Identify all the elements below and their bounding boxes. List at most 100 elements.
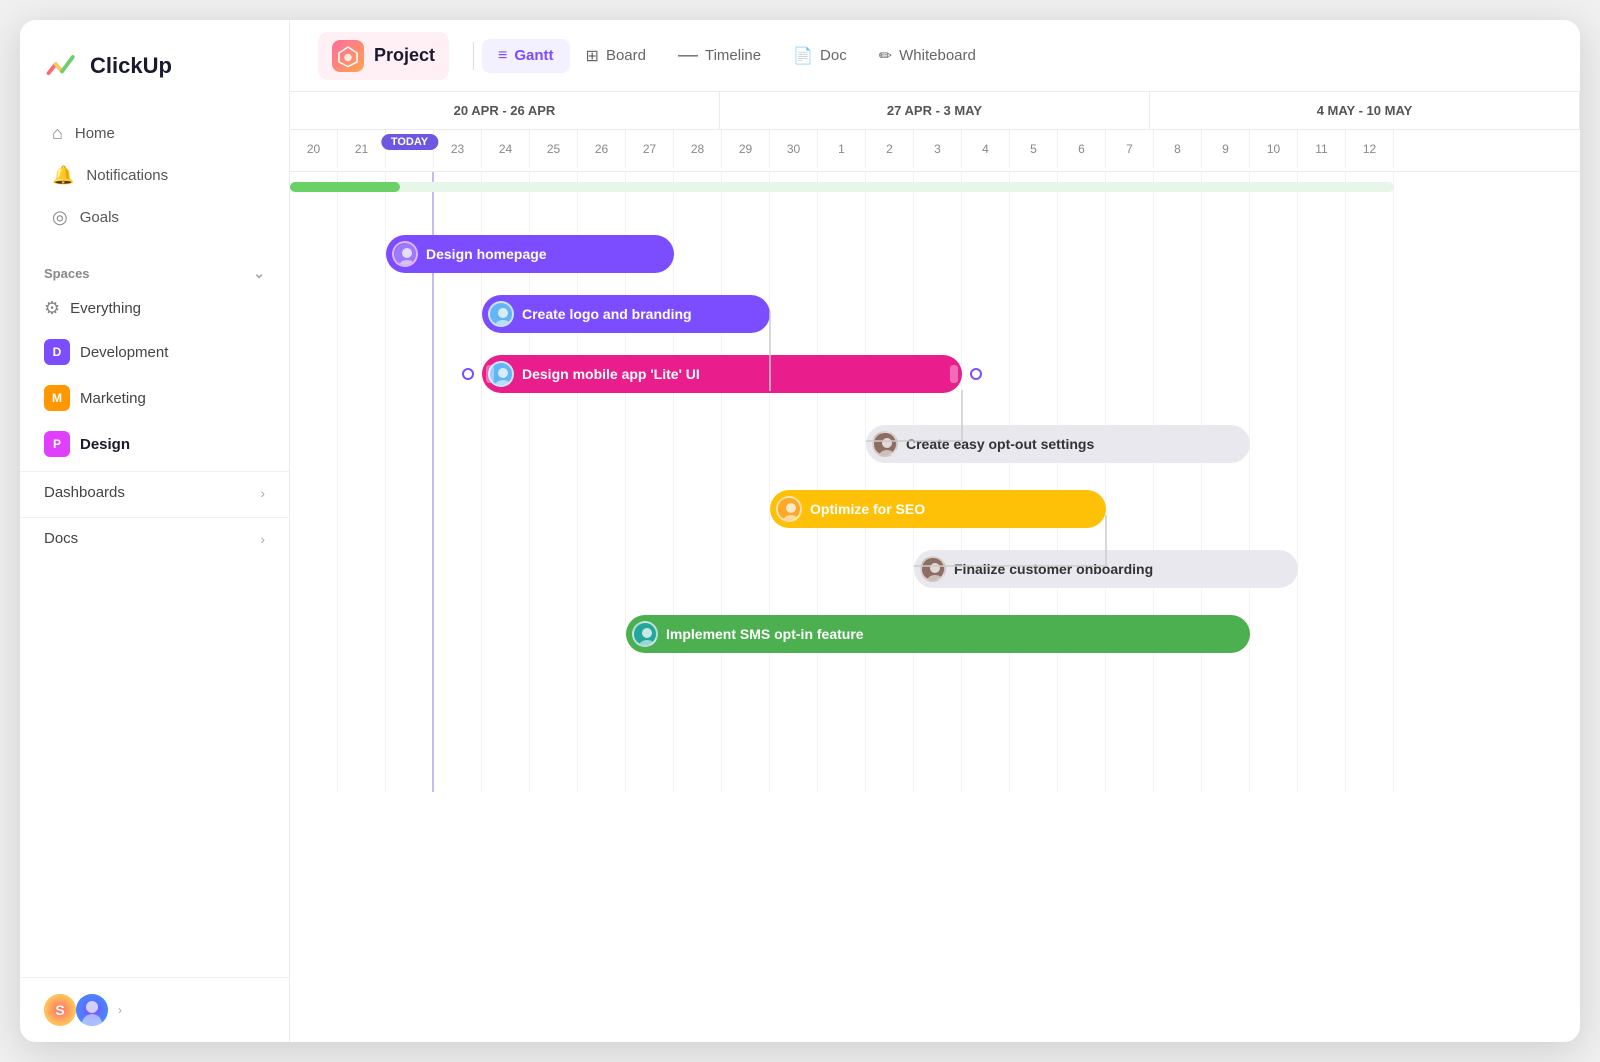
bell-icon: 🔔: [52, 165, 74, 186]
dashboards-label: Dashboards: [44, 484, 125, 501]
day-22: TODAY: [386, 130, 434, 168]
day-11: 11: [1298, 130, 1346, 168]
bar-avatar-orange: [776, 496, 802, 522]
day-12: 12: [1346, 130, 1394, 168]
gantt-bar-row-easy-opt-out: Create easy opt-out settings: [866, 422, 1250, 466]
sidebar-item-goals[interactable]: ◎ Goals: [28, 197, 281, 238]
week-2: 27 APR - 3 MAY: [720, 92, 1150, 129]
user-avatar-s[interactable]: S: [44, 994, 76, 1026]
gantt-bar-create-logo[interactable]: Create logo and branding: [482, 295, 770, 333]
bar-label-finalize-onboarding: Finalize customer onboarding: [954, 561, 1153, 577]
sidebar-item-everything[interactable]: ⚙ Everything: [20, 289, 289, 328]
bar-label-implement-sms: Implement SMS opt-in feature: [666, 626, 864, 642]
gantt-bar-design-mobile[interactable]: Design mobile app 'Lite' UI: [482, 355, 962, 393]
gantt-col-8: [1154, 172, 1202, 792]
sidebar-item-design[interactable]: P Design: [20, 422, 289, 466]
gantt-col-3: [914, 172, 962, 792]
bar-avatar-green: [632, 621, 658, 647]
everything-icon: ⚙: [44, 298, 60, 319]
spaces-label: Spaces: [44, 266, 90, 281]
sidebar: ClickUp ⌂ Home 🔔 Notifications ◎ Goals S…: [20, 20, 290, 1042]
gantt-bar-row-finalize-onboarding: Finalize customer onboarding: [914, 547, 1298, 591]
day-21: 21: [338, 130, 386, 168]
sidebar-item-development[interactable]: D Development: [20, 330, 289, 374]
project-button[interactable]: Project: [318, 32, 449, 80]
gantt-col-20: [290, 172, 338, 792]
sidebar-dashboards[interactable]: Dashboards ›: [20, 471, 289, 513]
sidebar-item-notifications-label: Notifications: [86, 167, 168, 184]
timeline-header: 20 APR - 26 APR 27 APR - 3 MAY 4 MAY - 1…: [290, 92, 1580, 172]
app-container: ClickUp ⌂ Home 🔔 Notifications ◎ Goals S…: [20, 20, 1580, 1042]
whiteboard-icon: ✏: [879, 46, 892, 66]
timeline-days-row: 2021TODAY2324252627282930123456789101112: [290, 130, 1580, 168]
marketing-dot: M: [44, 385, 70, 411]
sidebar-docs[interactable]: Docs ›: [20, 517, 289, 559]
sidebar-item-notifications[interactable]: 🔔 Notifications: [28, 155, 281, 196]
day-7: 7: [1106, 130, 1154, 168]
tab-whiteboard[interactable]: ✏ Whiteboard: [863, 38, 992, 74]
sidebar-item-development-label: Development: [80, 344, 168, 361]
gantt-bar-implement-sms[interactable]: Implement SMS opt-in feature: [626, 615, 1250, 653]
header-divider: [473, 42, 474, 70]
day-20: 20: [290, 130, 338, 168]
user-avatar-2[interactable]: [76, 994, 108, 1026]
day-29: 29: [722, 130, 770, 168]
board-icon: ⊞: [586, 46, 599, 66]
sidebar-item-home-label: Home: [75, 125, 115, 142]
bar-handle-left[interactable]: [486, 365, 494, 383]
bar-handle-right[interactable]: [950, 365, 958, 383]
spaces-section: Spaces ⌄: [20, 247, 289, 288]
clickup-logo-icon: [44, 48, 80, 84]
day-3: 3: [914, 130, 962, 168]
timeline-icon: —: [678, 44, 698, 67]
progress-bar-fill: [290, 182, 400, 192]
day-10: 10: [1250, 130, 1298, 168]
goals-icon: ◎: [52, 207, 68, 228]
gantt-col-12: [1346, 172, 1394, 792]
day-24: 24: [482, 130, 530, 168]
bar-label-easy-opt-out: Create easy opt-out settings: [906, 436, 1094, 452]
day-28: 28: [674, 130, 722, 168]
gantt-grid: Design homepage Create logo and branding D…: [290, 172, 1394, 792]
svg-text:S: S: [55, 1002, 64, 1018]
tab-gantt-label: Gantt: [514, 47, 553, 64]
tab-board[interactable]: ⊞ Board: [570, 38, 662, 74]
bar-avatar-blue: [488, 301, 514, 327]
gantt-area: 20 APR - 26 APR 27 APR - 3 MAY 4 MAY - 1…: [290, 92, 1580, 1042]
spaces-chevron[interactable]: ⌄: [253, 265, 265, 282]
tab-board-label: Board: [606, 47, 646, 64]
tab-gantt[interactable]: ≡ Gantt: [482, 39, 570, 73]
gantt-bar-optimize-seo[interactable]: Optimize for SEO: [770, 490, 1106, 528]
gantt-bar-row-optimize-seo: Optimize for SEO: [770, 487, 1106, 531]
sidebar-item-design-label: Design: [80, 436, 130, 453]
gantt-body[interactable]: Design homepage Create logo and branding D…: [290, 172, 1580, 1042]
docs-chevron: ›: [260, 531, 265, 547]
timeline-week-row: 20 APR - 26 APR 27 APR - 3 MAY 4 MAY - 1…: [290, 92, 1580, 130]
sidebar-item-marketing[interactable]: M Marketing: [20, 376, 289, 420]
day-23: 23: [434, 130, 482, 168]
tab-doc-label: Doc: [820, 47, 847, 64]
tab-timeline[interactable]: — Timeline: [662, 36, 777, 75]
gantt-col-10: [1250, 172, 1298, 792]
day-25: 25: [530, 130, 578, 168]
day-9: 9: [1202, 130, 1250, 168]
bar-label-optimize-seo: Optimize for SEO: [810, 501, 925, 517]
gantt-bar-finalize-onboarding[interactable]: Finalize customer onboarding: [914, 550, 1298, 588]
gantt-bar-design-homepage[interactable]: Design homepage: [386, 235, 674, 273]
bar-label-design-homepage: Design homepage: [426, 246, 547, 262]
bar-avatar-brown: [872, 431, 898, 457]
gantt-col-9: [1202, 172, 1250, 792]
tab-doc[interactable]: 📄 Doc: [777, 38, 863, 74]
day-26: 26: [578, 130, 626, 168]
user-menu-chevron[interactable]: ›: [118, 1003, 122, 1017]
sidebar-item-home[interactable]: ⌂ Home: [28, 113, 281, 154]
gantt-col-4: [962, 172, 1010, 792]
day-30: 30: [770, 130, 818, 168]
doc-icon: 📄: [793, 46, 813, 66]
today-label: TODAY: [381, 134, 438, 150]
day-5: 5: [1010, 130, 1058, 168]
user-2-avatar-img: [76, 994, 108, 1026]
gantt-col-29: [722, 172, 770, 792]
gantt-bar-easy-opt-out[interactable]: Create easy opt-out settings: [866, 425, 1250, 463]
gantt-col-7: [1106, 172, 1154, 792]
